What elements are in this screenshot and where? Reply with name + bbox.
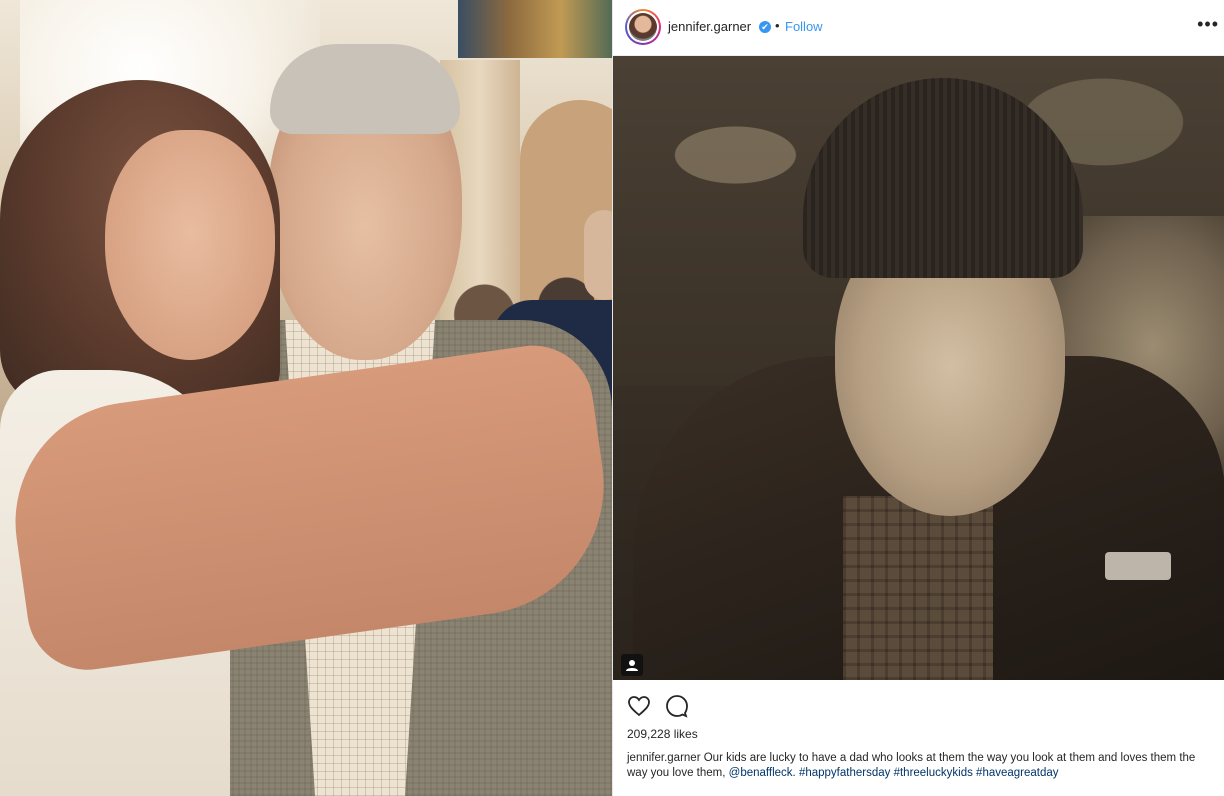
wall-painting	[458, 0, 612, 58]
caption-username[interactable]: jennifer.garner	[627, 752, 701, 764]
post-actions	[627, 694, 689, 718]
post-caption: jennifer.garner Our kids are lucky to ha…	[627, 751, 1217, 781]
family-photo	[0, 0, 612, 796]
avatar-ring	[627, 11, 659, 43]
separator-dot: •	[775, 18, 780, 33]
heart-icon[interactable]	[627, 694, 651, 718]
caption-mention[interactable]: @benaffleck.	[729, 767, 796, 779]
hashtag[interactable]: #haveagreatday	[976, 767, 1058, 779]
post-username[interactable]: jennifer.garner	[668, 19, 751, 34]
more-options-icon[interactable]: •••	[1197, 14, 1219, 35]
post-header: jennifer.garner ✔ • Follow •••	[613, 0, 1224, 56]
hashtag[interactable]: #happyfathersday	[799, 767, 890, 779]
plaid-shirt	[843, 496, 993, 680]
profile-avatar[interactable]	[625, 9, 661, 45]
hashtag[interactable]: #threeluckykids	[894, 767, 973, 779]
verified-badge-icon: ✔	[759, 21, 771, 33]
likes-count[interactable]: 209,228 likes	[627, 727, 698, 741]
instagram-post: jennifer.garner ✔ • Follow ••• 209,228 l…	[612, 0, 1224, 796]
woman-face	[105, 130, 275, 360]
comment-icon[interactable]	[665, 694, 689, 718]
man-hair	[270, 44, 460, 134]
bystander-head	[584, 210, 612, 300]
follow-button[interactable]: Follow	[785, 19, 823, 34]
post-photo[interactable]	[613, 56, 1224, 680]
avatar-image	[629, 13, 657, 41]
user-tag-icon[interactable]	[621, 654, 643, 676]
jacket-logo	[1105, 552, 1171, 580]
